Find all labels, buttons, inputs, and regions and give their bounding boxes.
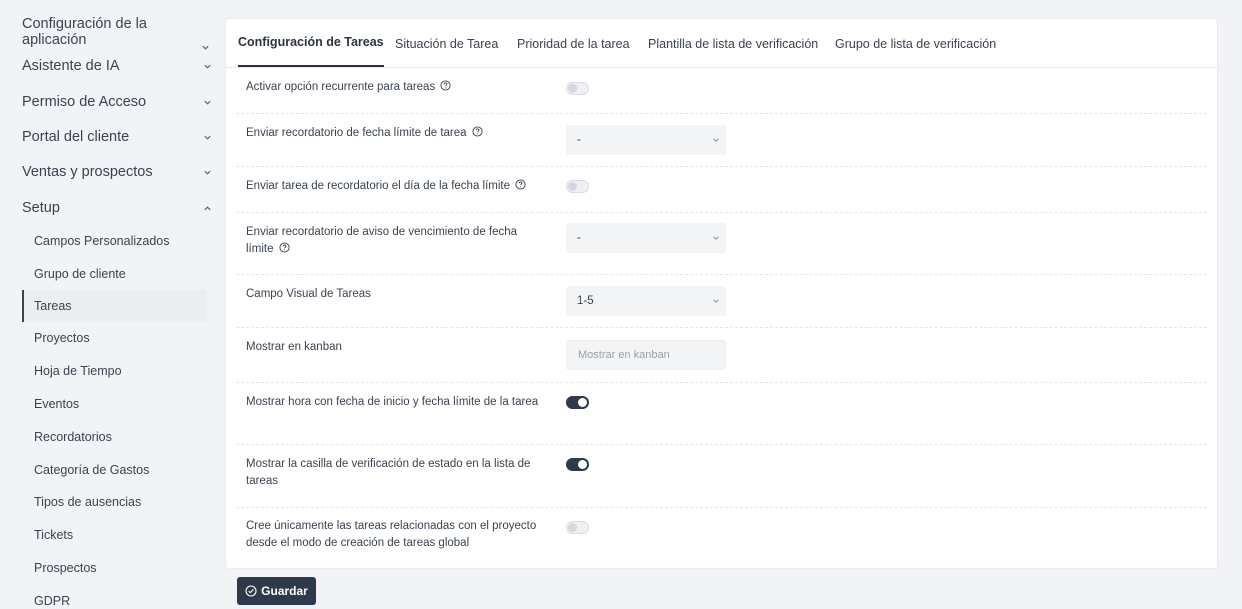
- select-value: 1-5: [577, 295, 594, 307]
- sidebar-group-label: Ventas y prospectos: [22, 164, 153, 180]
- save-button[interactable]: Guardar: [237, 577, 316, 605]
- overdue-warning-select[interactable]: -: [566, 223, 726, 253]
- chevron-down-icon: [202, 97, 212, 107]
- setting-label: Activar opción recurrente para tareas: [246, 81, 436, 93]
- sidebar-item-label: Tipos de ausencias: [34, 495, 142, 509]
- sidebar-item-leads[interactable]: Prospectos: [22, 553, 207, 583]
- chevron-down-icon: [200, 42, 210, 52]
- sidebar-group-sales-leads[interactable]: Ventas y prospectos: [22, 160, 212, 184]
- sidebar-group-label: Setup: [22, 200, 60, 216]
- help-circle-icon[interactable]: [515, 179, 526, 190]
- settings-tabs: Configuración de Tareas Situación de Tar…: [226, 19, 1217, 68]
- sidebar-group-label: Asistente de IA: [22, 58, 120, 74]
- tab-task-status[interactable]: Situación de Tarea: [395, 19, 498, 68]
- project-only-tasks-toggle[interactable]: [566, 521, 589, 534]
- sidebar-item-label: Recordatorios: [34, 430, 112, 444]
- setting-label: Enviar tarea de recordatorio el día de l…: [246, 180, 511, 192]
- sidebar-item-label: Grupo de cliente: [34, 267, 126, 281]
- save-button-label: Guardar: [261, 584, 308, 598]
- setting-label: Mostrar la casilla de verificación de es…: [246, 458, 531, 487]
- setting-row-due-day-reminder: Enviar tarea de recordatorio el día de l…: [236, 167, 1207, 213]
- sidebar-group-access-permission[interactable]: Permiso de Acceso: [22, 90, 212, 114]
- show-time-toggle[interactable]: [566, 396, 589, 409]
- sidebar-item-expense-categories[interactable]: Categoría de Gastos: [22, 455, 207, 485]
- sidebar-item-label: Tickets: [34, 528, 74, 542]
- tab-checklist-group[interactable]: Grupo de lista de verificación: [835, 19, 996, 68]
- recurring-tasks-toggle[interactable]: [566, 82, 589, 95]
- chevron-down-icon: [202, 132, 212, 142]
- sidebar-item-leave-types[interactable]: Tipos de ausencias: [22, 487, 207, 517]
- sidebar-group-label: Permiso de Acceso: [22, 94, 147, 110]
- sidebar-group-client-portal[interactable]: Portal del cliente: [22, 125, 212, 149]
- tab-task-settings[interactable]: Configuración de Tareas: [238, 19, 384, 67]
- sidebar-item-label: Prospectos: [34, 561, 97, 575]
- sidebar-group-setup[interactable]: Setup: [22, 196, 212, 220]
- deadline-reminder-select[interactable]: -: [566, 125, 726, 155]
- sidebar-group-label: Portal del cliente: [22, 129, 130, 145]
- kanban-input[interactable]: [566, 340, 726, 370]
- chevron-down-icon: [712, 297, 720, 305]
- chevron-up-icon: [202, 203, 212, 213]
- sidebar-item-reminders[interactable]: Recordatorios: [22, 422, 207, 452]
- setting-row-task-visual-field: Campo Visual de Tareas 1-5: [236, 275, 1207, 328]
- sidebar-item-label: Proyectos: [34, 331, 90, 345]
- select-value: -: [577, 232, 581, 244]
- settings-sidebar: Configuración de la aplicación Asistente…: [0, 0, 222, 609]
- chevron-down-icon: [202, 61, 212, 71]
- sidebar-item-projects[interactable]: Proyectos: [22, 323, 207, 353]
- sidebar-item-gdpr[interactable]: GDPR: [22, 586, 207, 609]
- help-circle-icon[interactable]: [472, 126, 483, 137]
- sidebar-item-label: Eventos: [34, 397, 80, 411]
- sidebar-item-label: Hoja de Tiempo: [34, 364, 122, 378]
- sidebar-item-label: GDPR: [34, 594, 71, 608]
- select-value: -: [577, 134, 581, 146]
- task-settings-panel: Configuración de Tareas Situación de Tar…: [225, 18, 1218, 569]
- setting-row-project-only-tasks: Cree únicamente las tareas relacionadas …: [236, 508, 1207, 570]
- setting-row-deadline-reminder: Enviar recordatorio de fecha límite de t…: [236, 114, 1207, 167]
- task-visual-field-select[interactable]: 1-5: [566, 286, 726, 316]
- sidebar-group-label: Configuración de la aplicación: [22, 16, 147, 48]
- chevron-down-icon: [712, 136, 720, 144]
- chevron-down-icon: [712, 234, 720, 242]
- setting-label: Mostrar en kanban: [246, 341, 342, 353]
- sidebar-item-timesheet[interactable]: Hoja de Tiempo: [22, 356, 207, 386]
- setting-row-overdue-warning: Enviar recordatorio de aviso de vencimie…: [236, 213, 1207, 275]
- setting-row-status-checkbox: Mostrar la casilla de verificación de es…: [236, 445, 1207, 508]
- sidebar-item-custom-fields[interactable]: Campos Personalizados: [22, 226, 207, 256]
- sidebar-item-tasks[interactable]: Tareas: [22, 290, 207, 322]
- setting-label: Mostrar hora con fecha de inicio y fecha…: [246, 396, 539, 408]
- setting-label: Campo Visual de Tareas: [246, 288, 371, 300]
- sidebar-group-ai-assistant[interactable]: Asistente de IA: [22, 54, 212, 78]
- help-circle-icon[interactable]: [440, 80, 451, 91]
- sidebar-item-events[interactable]: Eventos: [22, 389, 207, 419]
- status-checkbox-toggle[interactable]: [566, 458, 589, 471]
- setting-row-show-time: Mostrar hora con fecha de inicio y fecha…: [236, 383, 1207, 445]
- sidebar-item-label: Categoría de Gastos: [34, 463, 150, 477]
- help-circle-icon[interactable]: [279, 242, 290, 253]
- sidebar-item-label: Tareas: [34, 299, 72, 313]
- due-day-reminder-toggle[interactable]: [566, 180, 589, 193]
- chevron-down-icon: [202, 167, 212, 177]
- setting-row-recurring-tasks: Activar opción recurrente para tareas: [236, 69, 1207, 114]
- setting-label: Cree únicamente las tareas relacionadas …: [246, 520, 537, 549]
- setting-row-kanban: Mostrar en kanban: [236, 328, 1207, 383]
- sidebar-item-customer-group[interactable]: Grupo de cliente: [22, 259, 207, 289]
- sidebar-item-label: Campos Personalizados: [34, 234, 170, 248]
- setting-label: Enviar recordatorio de fecha límite de t…: [246, 127, 467, 139]
- check-circle-icon: [245, 585, 257, 597]
- sidebar-item-tickets[interactable]: Tickets: [22, 520, 207, 550]
- tab-task-priority[interactable]: Prioridad de la tarea: [517, 19, 630, 68]
- tab-checklist-template[interactable]: Plantilla de lista de verificación: [648, 19, 818, 68]
